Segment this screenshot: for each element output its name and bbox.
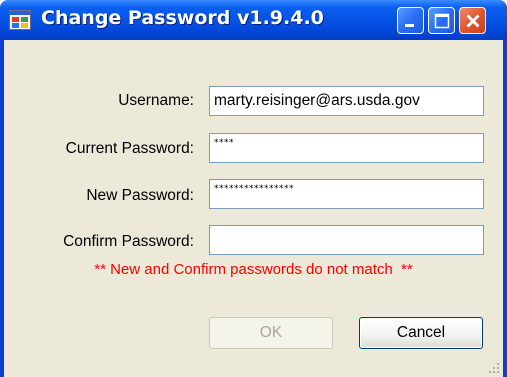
new-password-field[interactable]: **************** bbox=[209, 179, 484, 209]
dialog-body: Username: marty.reisinger@ars.usda.gov C… bbox=[4, 40, 503, 377]
app-window-icon bbox=[9, 10, 31, 30]
cancel-button[interactable]: Cancel bbox=[359, 317, 483, 349]
ok-button[interactable]: OK bbox=[209, 317, 333, 349]
password-mismatch-error: ** New and Confirm passwords do not matc… bbox=[94, 261, 413, 278]
close-button[interactable] bbox=[459, 7, 486, 34]
change-password-window: Change Password v1.9.4.0 Username: marty… bbox=[0, 0, 507, 377]
resize-grip-icon[interactable] bbox=[487, 361, 501, 375]
confirm-password-label: Confirm Password: bbox=[63, 233, 194, 250]
close-icon bbox=[466, 14, 480, 28]
minimize-icon bbox=[405, 24, 414, 27]
username-field[interactable]: marty.reisinger@ars.usda.gov bbox=[209, 86, 484, 116]
window-border-right bbox=[503, 40, 507, 377]
maximize-icon bbox=[434, 13, 450, 29]
confirm-password-field[interactable] bbox=[209, 225, 484, 255]
current-password-label: Current Password: bbox=[65, 140, 194, 157]
username-label: Username: bbox=[118, 92, 194, 109]
maximize-button[interactable] bbox=[428, 7, 455, 34]
window-title: Change Password v1.9.4.0 bbox=[41, 7, 324, 29]
title-bar[interactable]: Change Password v1.9.4.0 bbox=[0, 0, 507, 40]
minimize-button[interactable] bbox=[397, 7, 424, 34]
new-password-label: New Password: bbox=[86, 187, 194, 204]
current-password-field[interactable]: **** bbox=[209, 133, 484, 163]
